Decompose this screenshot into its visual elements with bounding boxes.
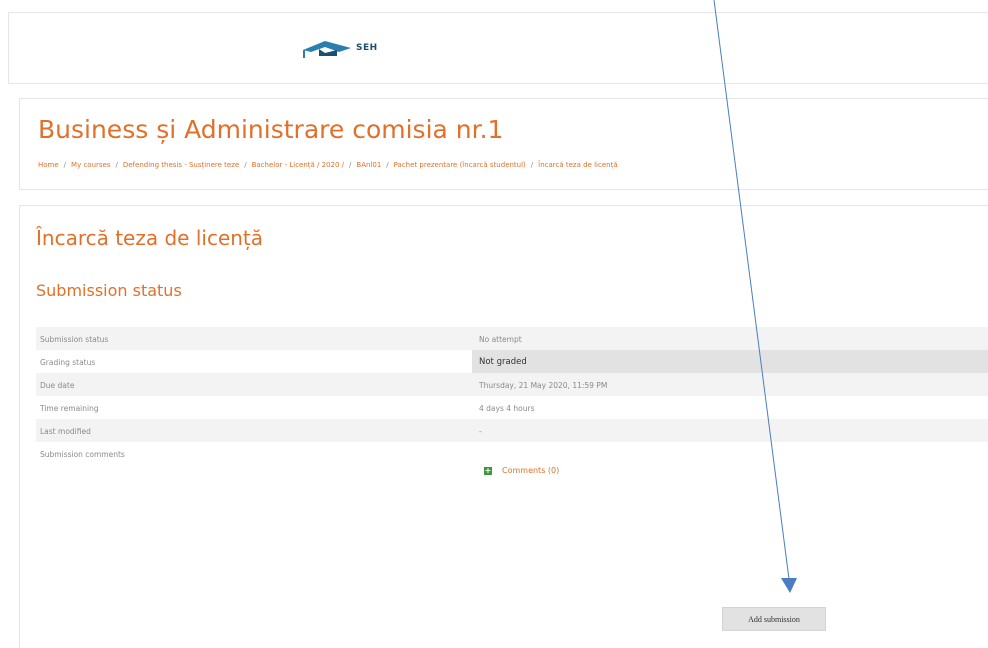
table-row: Submission comments + Comments (0) bbox=[36, 442, 988, 502]
table-row: Grading status Not graded bbox=[36, 350, 988, 373]
breadcrumb-section[interactable]: Pachet prezentare (încarcă studentul) bbox=[394, 161, 526, 169]
grading-status-cell bbox=[472, 350, 988, 373]
expand-plus-icon: + bbox=[484, 465, 492, 475]
breadcrumb-separator: / bbox=[244, 161, 247, 169]
site-header: SEH bbox=[8, 12, 988, 84]
comments-link-label: Comments (0) bbox=[502, 466, 560, 475]
table-row: Last modified - bbox=[36, 419, 988, 442]
breadcrumb: Home / My courses / Defending thesis - Susți… bbox=[38, 161, 618, 169]
course-header: Business și Administrare comisia nr.1 Ho… bbox=[19, 98, 988, 190]
course-title: Business și Administrare comisia nr.1 bbox=[38, 115, 504, 144]
assignment-card: Încarcă teza de licență Submission statu… bbox=[19, 205, 988, 648]
breadcrumb-subcategory[interactable]: Bachelor - Licență / 2020 / bbox=[252, 161, 344, 169]
row-value: Not graded bbox=[479, 357, 527, 367]
table-row: Submission status No attempt bbox=[36, 327, 988, 350]
row-label: Due date bbox=[40, 381, 75, 390]
submission-status-table: Submission status No attempt Grading sta… bbox=[36, 327, 988, 502]
page-title: Încarcă teza de licență bbox=[36, 226, 264, 250]
site-logo[interactable]: SEH bbox=[299, 35, 429, 59]
row-label: Last modified bbox=[40, 427, 91, 436]
row-value: 4 days 4 hours bbox=[479, 404, 535, 413]
breadcrumb-course[interactable]: BAnl01 bbox=[356, 161, 381, 169]
row-label: Submission status bbox=[40, 335, 109, 344]
breadcrumb-separator: / bbox=[115, 161, 118, 169]
section-title: Submission status bbox=[36, 281, 182, 300]
row-label: Time remaining bbox=[40, 404, 99, 413]
breadcrumb-home[interactable]: Home bbox=[38, 161, 59, 169]
breadcrumb-my-courses[interactable]: My courses bbox=[71, 161, 110, 169]
breadcrumb-separator: / bbox=[349, 161, 352, 169]
add-submission-button[interactable]: Add submission bbox=[722, 607, 826, 631]
logo-text: SEH bbox=[356, 43, 378, 53]
breadcrumb-separator: / bbox=[386, 161, 389, 169]
comments-link[interactable]: + Comments (0) bbox=[484, 466, 559, 475]
row-value: - bbox=[479, 427, 482, 436]
table-row: Due date Thursday, 21 May 2020, 11:59 PM bbox=[36, 373, 988, 396]
row-value: Thursday, 21 May 2020, 11:59 PM bbox=[479, 381, 608, 390]
table-row: Time remaining 4 days 4 hours bbox=[36, 396, 988, 419]
breadcrumb-activity[interactable]: Încarcă teza de licență bbox=[538, 161, 617, 169]
breadcrumb-separator: / bbox=[63, 161, 67, 169]
row-label: Submission comments bbox=[40, 450, 125, 459]
breadcrumb-category[interactable]: Defending thesis - Susținere teze bbox=[123, 161, 239, 169]
row-value: No attempt bbox=[479, 335, 522, 344]
breadcrumb-separator: / bbox=[530, 161, 534, 169]
row-label: Grading status bbox=[40, 358, 96, 367]
